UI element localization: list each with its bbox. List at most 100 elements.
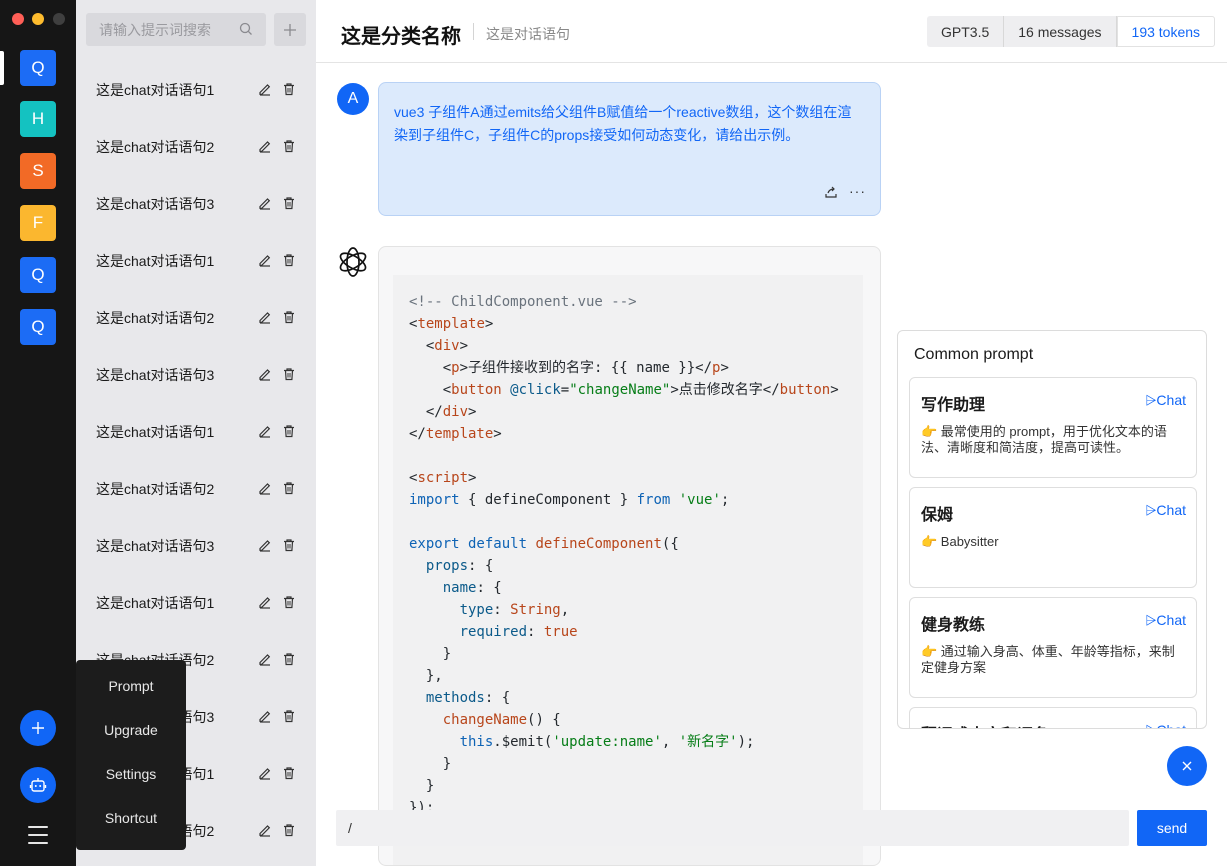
edit-icon[interactable]	[258, 538, 272, 552]
prompt-card-title: 保姆	[921, 507, 954, 524]
trash-icon[interactable]	[282, 310, 296, 324]
openai-logo-icon	[339, 247, 367, 277]
conversation-title: 这是chat对话语句2	[96, 309, 215, 326]
edit-icon[interactable]	[258, 595, 272, 609]
conversation-title: 这是chat对话语句2	[96, 138, 215, 155]
trash-icon[interactable]	[282, 424, 296, 438]
hamburger-menu-icon[interactable]	[28, 826, 48, 844]
edit-icon[interactable]	[258, 709, 272, 723]
conversation-subtitle: 这是对话语句	[486, 26, 570, 42]
edit-icon[interactable]	[258, 424, 272, 438]
prompt-chat-link[interactable]: ⩥Chat	[1145, 502, 1186, 519]
workspace-icon-4[interactable]: F	[20, 205, 56, 241]
conversation-item[interactable]: 这是chat对话语句2	[76, 118, 316, 175]
menu-item-upgrade[interactable]: Upgrade	[76, 722, 186, 738]
trash-icon[interactable]	[282, 253, 296, 267]
robot-icon	[29, 778, 47, 792]
token-count: 193 tokens	[1116, 16, 1216, 47]
conversation-item[interactable]: 这是chat对话语句3	[76, 175, 316, 232]
window-close-dot[interactable]	[12, 13, 24, 25]
prompt-card[interactable]: 保姆 ⩥Chat 👉 Babysitter	[909, 487, 1197, 588]
conversation-item[interactable]: 这是chat对话语句1	[76, 574, 316, 631]
window-minimize-dot[interactable]	[32, 13, 44, 25]
code-content: <!-- ChildComponent.vue --> <template> <…	[409, 294, 839, 816]
conversation-item[interactable]: 这是chat对话语句3	[76, 346, 316, 403]
workspace-icon-6[interactable]: Q	[20, 309, 56, 345]
trash-icon[interactable]	[282, 538, 296, 552]
conversation-item[interactable]: 这是chat对话语句2	[76, 289, 316, 346]
trash-icon[interactable]	[282, 652, 296, 666]
menu-item-settings[interactable]: Settings	[76, 766, 186, 782]
prompt-chat-link[interactable]: ⩥Chat	[1145, 392, 1186, 409]
conversation-item[interactable]: 这是chat对话语句3	[76, 517, 316, 574]
trash-icon[interactable]	[282, 766, 296, 780]
robot-button[interactable]	[20, 767, 56, 803]
chat-header: 这是分类名称 这是对话语句 GPT3.5 16 messages 193 tok…	[316, 0, 1227, 63]
prompt-chat-link[interactable]: ⩥Chat	[1145, 612, 1186, 629]
prompt-card-title: 健身教练	[921, 617, 986, 634]
search-icon[interactable]	[239, 22, 253, 36]
share-icon[interactable]	[824, 185, 838, 199]
edit-icon[interactable]	[258, 310, 272, 324]
active-workspace-indicator	[0, 51, 4, 85]
common-prompt-panel: Common prompt 写作助理 ⩥Chat 👉 最常使用的 prompt，…	[897, 330, 1207, 729]
edit-icon[interactable]	[258, 82, 272, 96]
menu-item-prompt[interactable]: Prompt	[76, 678, 186, 694]
trash-icon[interactable]	[282, 196, 296, 210]
trash-icon[interactable]	[282, 481, 296, 495]
trash-icon[interactable]	[282, 709, 296, 723]
workspace-icon-3[interactable]: S	[20, 153, 56, 189]
add-workspace-button[interactable]	[20, 710, 56, 746]
message-input-field	[336, 810, 1129, 846]
conversation-item[interactable]: 这是chat对话语句2	[76, 460, 316, 517]
assistant-message-bubble: <!-- ChildComponent.vue --> <template> <…	[378, 246, 881, 866]
app-menu-popup: Prompt Upgrade Settings Shortcut	[76, 660, 186, 850]
trash-icon[interactable]	[282, 595, 296, 609]
workspace-icon-5[interactable]: Q	[20, 257, 56, 293]
edit-icon[interactable]	[258, 367, 272, 381]
conversation-title: 这是chat对话语句1	[96, 423, 215, 440]
trash-icon[interactable]	[282, 823, 296, 837]
more-options-icon[interactable]: ···	[849, 183, 866, 199]
edit-icon[interactable]	[258, 196, 272, 210]
prompt-card[interactable]: 写作助理 ⩥Chat 👉 最常使用的 prompt，用于优化文本的语法、清晰度和…	[909, 377, 1197, 478]
workspace-icon-1[interactable]: Q	[20, 50, 56, 86]
header-divider	[473, 23, 474, 40]
conversation-item[interactable]: 这是chat对话语句1	[76, 232, 316, 289]
new-chat-button[interactable]	[274, 13, 306, 46]
conversation-title: 这是chat对话语句3	[96, 195, 215, 212]
prompt-card[interactable]: 健身教练 ⩥Chat 👉 通过输入身高、体重、年龄等指标，来制定健身方案	[909, 597, 1197, 698]
prompt-card-desc: 👉 Babysitter	[921, 534, 999, 549]
edit-icon[interactable]	[258, 823, 272, 837]
conversation-title: 这是chat对话语句3	[96, 366, 215, 383]
edit-icon[interactable]	[258, 253, 272, 267]
edit-icon[interactable]	[258, 139, 272, 153]
user-message-text: vue3 子组件A通过emits给父组件B赋值给一个reactive数组，这个数…	[394, 104, 852, 143]
prompt-card[interactable]: 翻译成中文和词条 ⩥Chat	[909, 707, 1197, 728]
model-badge[interactable]: GPT3.5	[927, 16, 1005, 47]
menu-item-shortcut[interactable]: Shortcut	[76, 810, 186, 826]
close-prompt-panel-button[interactable]	[1167, 746, 1207, 786]
workspace-icon-2[interactable]: H	[20, 101, 56, 137]
send-button[interactable]: send	[1137, 810, 1207, 846]
conversation-item[interactable]: 这是chat对话语句1	[76, 403, 316, 460]
conversation-item[interactable]: 这是chat对话语句1	[76, 61, 316, 118]
message-count: 16 messages	[1004, 16, 1117, 47]
edit-icon[interactable]	[258, 766, 272, 780]
close-icon	[1182, 761, 1192, 771]
prompt-chat-link[interactable]: ⩥Chat	[1145, 722, 1186, 728]
trash-icon[interactable]	[282, 367, 296, 381]
message-input[interactable]	[336, 810, 1129, 846]
trash-icon[interactable]	[282, 139, 296, 153]
trash-icon[interactable]	[282, 82, 296, 96]
prompt-card-desc: 👉 最常使用的 prompt，用于优化文本的语法、清晰度和简洁度，提高可读性。	[921, 424, 1167, 455]
prompt-search-field	[86, 13, 266, 46]
conversation-title: 这是chat对话语句1	[96, 81, 215, 98]
edit-icon[interactable]	[258, 652, 272, 666]
plus-icon	[284, 23, 296, 36]
edit-icon[interactable]	[258, 481, 272, 495]
prompt-card-desc: 👉 通过输入身高、体重、年龄等指标，来制定健身方案	[921, 644, 1175, 675]
window-zoom-dot[interactable]	[53, 13, 65, 25]
conversation-title: 这是chat对话语句3	[96, 537, 215, 554]
chat-stats: GPT3.5 16 messages 193 tokens	[927, 16, 1216, 47]
